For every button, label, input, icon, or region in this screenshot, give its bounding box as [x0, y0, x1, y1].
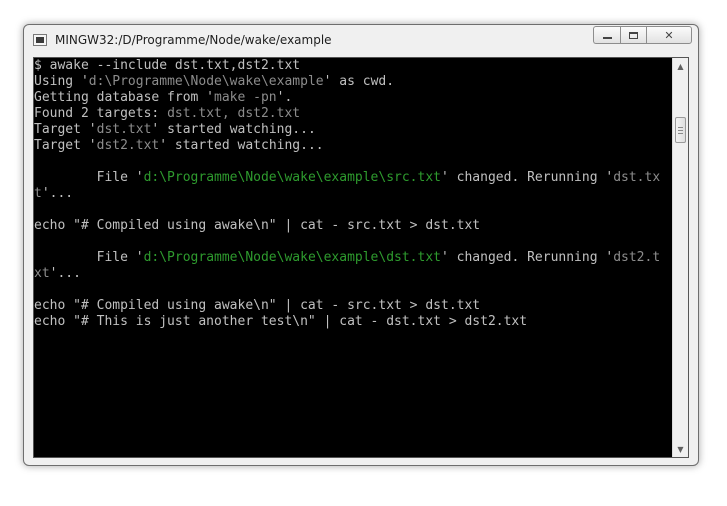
console-text-segment: Found 2 targets: — [34, 106, 168, 121]
minimize-button[interactable] — [593, 26, 620, 44]
console-line: $ awake --include dst.txt,dst2.txt — [34, 58, 674, 74]
console-text-segment: ' as cwd. — [323, 74, 395, 89]
maximize-button[interactable] — [620, 26, 646, 44]
console-text-segment: Using ' — [34, 74, 89, 89]
console-output[interactable]: $ awake --include dst.txt,dst2.txt Using … — [34, 58, 674, 458]
caption-buttons: ✕ — [593, 26, 692, 44]
console-line: echo "# This is just another test\n" | c… — [34, 314, 674, 330]
console-text-segment: $ awake --include dst.txt,dst2.txt — [34, 58, 301, 73]
console-text-segment: d:\Programme\Node\wake\example — [88, 74, 324, 89]
console-text-segment: ' changed. Rerunning ' — [441, 250, 614, 265]
scroll-thumb[interactable] — [675, 117, 686, 143]
terminal-window: MINGW32:/D/Programme/Node/wake/example ✕… — [23, 24, 699, 466]
console-text-segment: make -pn — [214, 90, 277, 105]
console-line: File 'd:\Programme\Node\wake\example\dst… — [34, 250, 674, 266]
console-text-segment: ' started watching... — [151, 122, 316, 137]
console-text-segment: File ' — [34, 170, 144, 185]
scroll-down-button[interactable]: ▼ — [673, 441, 688, 457]
console-text-segment: dst.tx — [613, 170, 661, 185]
scroll-up-arrow-icon: ▲ — [677, 61, 684, 71]
scroll-up-button[interactable]: ▲ — [673, 58, 688, 74]
console-text-segment: '... — [49, 266, 81, 281]
minimize-icon — [602, 37, 612, 39]
window-title: MINGW32:/D/Programme/Node/wake/example — [55, 33, 332, 47]
console-text-segment: dst2.t — [613, 250, 661, 265]
console-text-segment: d:\Programme\Node\wake\example\dst.txt — [143, 250, 441, 265]
console-text-segment: Getting database from ' — [34, 90, 215, 105]
console-line: Found 2 targets: dst.txt, dst2.txt — [34, 106, 674, 122]
console-text-segment: echo "# This is just another test\n" | c… — [34, 314, 528, 329]
console-line: Getting database from 'make -pn'. — [34, 90, 674, 106]
console-text-segment: ' changed. Rerunning ' — [441, 170, 614, 185]
console-text-segment: dst2.txt — [96, 138, 160, 153]
terminal-app-icon[interactable] — [33, 34, 47, 46]
restore-icon — [629, 31, 638, 39]
console-line: echo "# Compiled using awake\n" | cat - … — [34, 218, 674, 234]
title-bar[interactable]: MINGW32:/D/Programme/Node/wake/example ✕ — [24, 25, 698, 56]
console-text-segment: t — [34, 186, 42, 201]
console-text-segment: Target ' — [34, 122, 97, 137]
close-button[interactable]: ✕ — [646, 26, 692, 44]
console-text-segment: ' started watching... — [159, 138, 324, 153]
console-line: xt'... — [34, 266, 674, 282]
console-text-segment: Target ' — [34, 138, 97, 153]
console-line: echo "# Compiled using awake\n" | cat - … — [34, 298, 674, 314]
console-text-segment: '... — [41, 186, 74, 201]
scroll-down-arrow-icon: ▼ — [677, 444, 684, 454]
console-line: t'... — [34, 186, 674, 202]
console-text-segment: d:\Programme\Node\wake\example\src.txt — [143, 170, 441, 185]
console-text-segment: echo "# Compiled using awake\n" | cat - … — [34, 298, 481, 313]
console-line: Target 'dst.txt' started watching... — [34, 122, 674, 138]
vertical-scrollbar[interactable]: ▲ ▼ — [672, 58, 688, 457]
console-text-segment: xt — [34, 266, 50, 281]
console-area[interactable]: $ awake --include dst.txt,dst2.txt Using … — [33, 57, 689, 458]
console-text-segment: dst.txt, dst2.txt — [167, 106, 301, 121]
console-text-segment: dst.txt — [96, 122, 152, 137]
console-text-segment: echo "# Compiled using awake\n" | cat - … — [34, 218, 481, 233]
console-line: File 'd:\Programme\Node\wake\example\src… — [34, 170, 674, 186]
console-text-segment: '. — [276, 90, 293, 105]
console-line: Target 'dst2.txt' started watching... — [34, 138, 674, 154]
console-text-segment: File ' — [34, 250, 144, 265]
close-icon: ✕ — [664, 28, 674, 42]
console-line: Using 'd:\Programme\Node\wake\example' a… — [34, 74, 674, 90]
